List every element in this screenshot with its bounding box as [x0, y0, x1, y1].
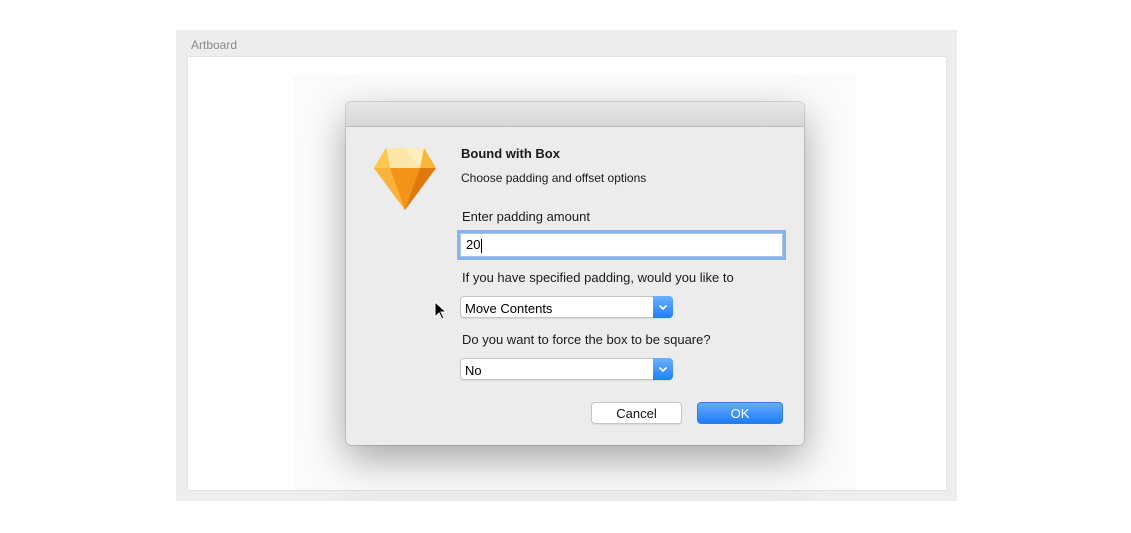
artboard-label[interactable]: Artboard [191, 38, 237, 52]
square-option-label: Do you want to force the box to be squar… [462, 332, 711, 347]
text-caret [481, 238, 483, 253]
dialog-titlebar [346, 102, 804, 127]
chevron-down-icon[interactable] [653, 358, 673, 380]
ok-button[interactable]: OK [697, 402, 783, 424]
chevron-down-icon[interactable] [653, 296, 673, 318]
square-select[interactable]: No [460, 358, 673, 380]
mouse-pointer-icon [434, 301, 448, 320]
move-contents-select-value: Move Contents [465, 301, 553, 316]
padding-input-value: 20 [466, 237, 481, 252]
move-option-label: If you have specified padding, would you… [462, 270, 734, 285]
padding-label: Enter padding amount [462, 209, 590, 224]
move-contents-select[interactable]: Move Contents [460, 296, 673, 318]
bound-with-box-dialog: Bound with Box Choose padding and offset… [346, 102, 804, 445]
dialog-subtitle: Choose padding and offset options [461, 171, 647, 185]
cancel-button[interactable]: Cancel [591, 402, 682, 424]
dialog-title: Bound with Box [461, 146, 560, 161]
padding-input[interactable]: 20 [457, 230, 786, 260]
square-select-value: No [465, 363, 482, 378]
sketch-diamond-icon [374, 148, 436, 210]
